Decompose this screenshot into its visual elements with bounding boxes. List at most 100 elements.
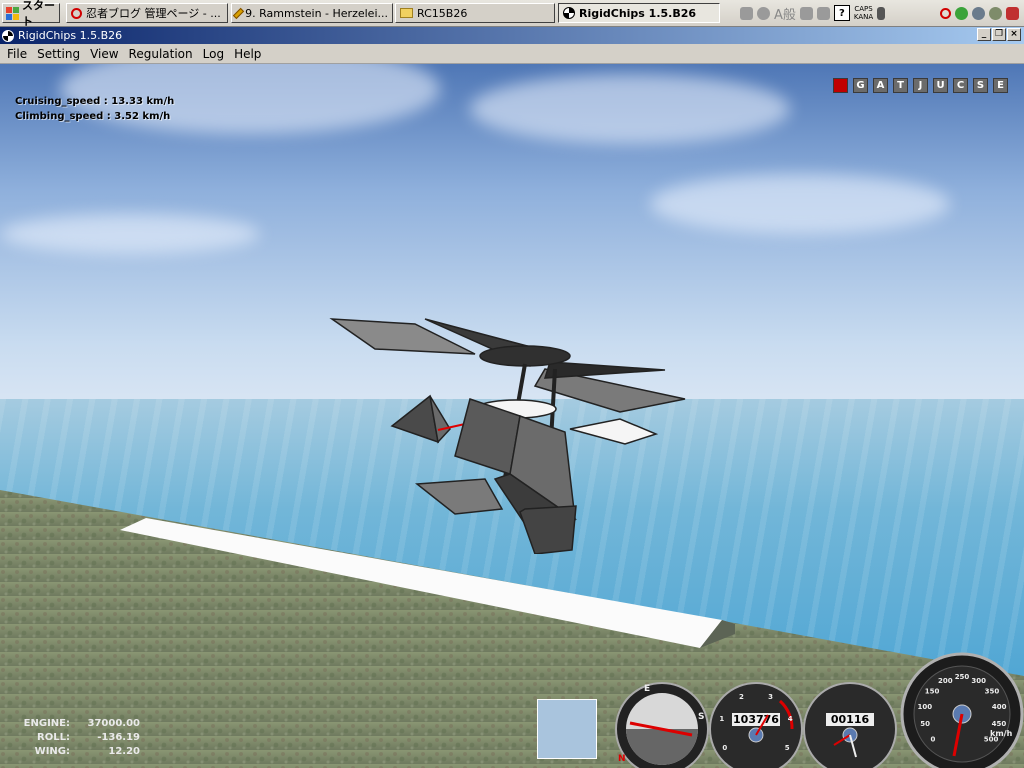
readout-label: ROLL: xyxy=(37,732,70,743)
compass-north-label: E xyxy=(644,684,650,694)
menu-log[interactable]: Log xyxy=(198,47,229,61)
app-icon[interactable] xyxy=(2,29,14,42)
start-button[interactable]: スタート xyxy=(2,0,60,28)
speed-scale-label: 100 xyxy=(917,703,932,711)
task-label: RC15B26 xyxy=(417,6,468,20)
music-player-icon xyxy=(232,7,245,19)
taskbar-task-music[interactable]: 9. Rammstein - Herzelei... xyxy=(231,3,393,23)
mode-key-u[interactable]: U xyxy=(933,78,948,93)
altimeter-gauge: 00116 xyxy=(803,682,897,768)
caps-kana-indicator: CAPS KANA xyxy=(854,5,873,21)
rotor-blade xyxy=(543,361,666,379)
speed-scale-label: 150 xyxy=(925,688,940,696)
status-readout: ENGINE: 37000.00 ROLL: -136.19 WING: 12.… xyxy=(22,717,140,759)
minimap xyxy=(537,699,597,759)
readout-label: WING: xyxy=(34,746,70,757)
tail-fin xyxy=(569,418,659,445)
readout-label: ENGINE: xyxy=(23,718,70,729)
taskbar-task-rigidchips[interactable]: RigidChips 1.5.B26 xyxy=(558,3,720,23)
mode-key-c[interactable]: C xyxy=(953,78,968,93)
speed-scale-label: 350 xyxy=(985,688,1000,696)
readout-value: 12.20 xyxy=(108,746,140,757)
readout-row-roll: ROLL: -136.19 xyxy=(22,731,140,745)
taskbar-task-folder[interactable]: RC15B26 xyxy=(395,3,555,23)
ime-pad-icon[interactable] xyxy=(816,6,830,20)
task-label: RigidChips 1.5.B26 xyxy=(579,6,697,20)
close-button[interactable]: × xyxy=(1007,28,1021,41)
speed-scale-label: 450 xyxy=(992,720,1007,728)
mode-key-t[interactable]: T xyxy=(893,78,908,93)
minimize-button[interactable]: _ xyxy=(977,28,991,41)
mode-key-indicator[interactable]: ■ xyxy=(833,78,848,93)
menu-setting[interactable]: Setting xyxy=(32,47,85,61)
start-label: スタート xyxy=(22,0,55,28)
mode-key-a[interactable]: A xyxy=(873,78,888,93)
taskbar-task-opera[interactable]: 忍者ブログ 管理ページ - ... xyxy=(66,3,228,23)
menu-file[interactable]: File xyxy=(2,47,32,61)
speed-scale-label: 300 xyxy=(971,677,986,685)
window-titlebar[interactable]: RigidChips 1.5.B26 _ ❐ × xyxy=(0,27,1024,44)
speed-scale-label: 50 xyxy=(920,720,930,728)
network-icon[interactable] xyxy=(972,6,985,20)
readout-row-engine: ENGINE: 37000.00 xyxy=(22,717,140,731)
speed-scale-label: 0 xyxy=(930,735,935,743)
windows-logo-icon xyxy=(6,6,19,20)
compass-west-label: N xyxy=(618,754,626,764)
cruising-speed-readout: Cruising_speed : 13.33 km/h xyxy=(15,96,175,107)
help-icon[interactable]: ? xyxy=(833,5,850,21)
folder-icon xyxy=(400,8,413,18)
speed-unit: km/h xyxy=(990,729,1013,738)
caps-label: CAPS xyxy=(854,5,873,13)
altimeter-value: 00116 xyxy=(831,713,870,726)
speed-scale-label: 400 xyxy=(992,703,1007,711)
restore-button[interactable]: ❐ xyxy=(992,28,1006,41)
volume-icon[interactable] xyxy=(989,6,1002,20)
security-icon[interactable] xyxy=(1006,6,1019,20)
system-tray: A般 ? CAPS KANA xyxy=(740,3,886,23)
odometer-scale-label: 1 xyxy=(719,715,724,723)
ime-status[interactable]: A般 xyxy=(774,4,796,23)
odometer-scale-label: 5 xyxy=(785,744,790,752)
odometer-scale-label: 2 xyxy=(739,693,744,701)
ime-mode-icon[interactable] xyxy=(757,6,770,20)
lower-box xyxy=(519,505,577,554)
odometer-scale-label: 0 xyxy=(722,744,727,752)
mode-key-e[interactable]: E xyxy=(993,78,1008,93)
odometer-scale-label: 3 xyxy=(768,693,773,701)
shield-icon[interactable] xyxy=(955,6,968,20)
odometer-value: 103776 xyxy=(733,713,779,726)
taskbar: スタート 忍者ブログ 管理ページ - ... 9. Rammstein - He… xyxy=(0,0,1024,28)
menu-bar: File Setting View Regulation Log Help xyxy=(0,44,1024,64)
kana-label: KANA xyxy=(853,13,874,21)
readout-value: -136.19 xyxy=(97,732,140,743)
mode-keys: ■ G A T J U C S E xyxy=(833,78,1008,93)
rotor-hub xyxy=(479,345,571,367)
notification-icons xyxy=(940,3,1019,23)
menu-regulation[interactable]: Regulation xyxy=(124,47,198,61)
mode-key-g[interactable]: G xyxy=(853,78,868,93)
opera-tray-icon[interactable] xyxy=(940,7,951,19)
ime-tool-icon[interactable] xyxy=(799,6,813,20)
odometer-scale-label: 4 xyxy=(788,715,793,723)
odometer-gauge: 0 1 2 3 4 5 103776 xyxy=(709,682,803,768)
mode-key-s[interactable]: S xyxy=(973,78,988,93)
mode-key-j[interactable]: J xyxy=(913,78,928,93)
tray-arrow-icon[interactable] xyxy=(877,6,886,20)
speedometer-gauge: 050100150200 250 300350400450500 km/h xyxy=(900,652,1024,768)
helicopter-model xyxy=(329,318,686,554)
speed-scale-label: 200 xyxy=(938,677,953,685)
compass-east-label: S xyxy=(698,712,704,722)
keyboard-icon[interactable] xyxy=(740,6,753,20)
readout-value: 37000.00 xyxy=(87,718,140,729)
menu-help[interactable]: Help xyxy=(229,47,266,61)
game-viewport[interactable]: Cruising_speed : 13.33 km/h Climbing_spe… xyxy=(0,64,1024,768)
speed-scale-label: 250 xyxy=(955,673,970,681)
rotor-blade xyxy=(329,318,476,355)
compass-gauge: E S N xyxy=(615,682,709,768)
task-label: 9. Rammstein - Herzelei... xyxy=(245,6,388,20)
task-label: 忍者ブログ 管理ページ - ... xyxy=(86,7,221,20)
climbing-speed-readout: Climbing_speed : 3.52 km/h xyxy=(15,111,171,122)
menu-view[interactable]: View xyxy=(85,47,123,61)
opera-icon xyxy=(71,7,82,19)
readout-row-wing: WING: 12.20 xyxy=(22,745,140,759)
